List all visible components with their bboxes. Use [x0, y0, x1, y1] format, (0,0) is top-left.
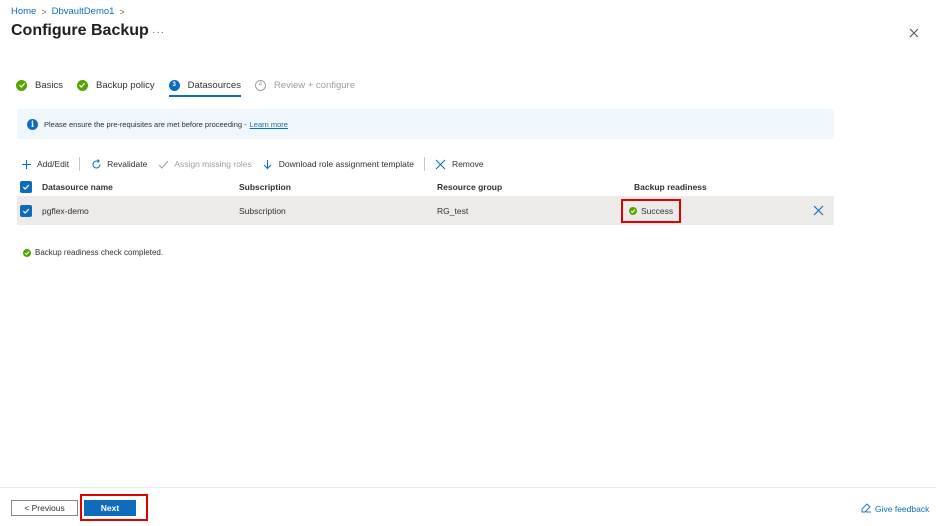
- tab-basics[interactable]: Basics: [16, 79, 63, 91]
- column-header: Resource group: [437, 182, 503, 192]
- backup-readiness-cell: Success: [621, 198, 804, 223]
- breadcrumb-vault[interactable]: DbvaultDemo1: [52, 6, 115, 17]
- column-header: Datasource name: [42, 182, 113, 192]
- info-banner: i Please ensure the pre-requisites are m…: [17, 109, 834, 139]
- toolbar-divider: [79, 157, 81, 171]
- tab-datasources[interactable]: 3 Datasources: [168, 79, 242, 97]
- download-template-label: Download role assignment template: [278, 159, 414, 169]
- status-badge: Success: [621, 198, 682, 223]
- checkmark-icon: [76, 79, 88, 91]
- chevron-right-icon: >: [41, 6, 47, 17]
- step-number: 3: [168, 79, 180, 91]
- success-icon: [629, 206, 637, 215]
- assign-roles-label: Assign missing roles: [174, 159, 252, 169]
- plus-icon: [20, 158, 32, 170]
- row-checkbox[interactable]: [20, 204, 32, 217]
- breadcrumb-home[interactable]: Home: [11, 6, 36, 17]
- tab-review-configure[interactable]: 4 Review + configure: [254, 79, 356, 91]
- footer-divider: [0, 487, 936, 488]
- revalidate-button[interactable]: Revalidate: [90, 158, 147, 170]
- toolbar: Add/Edit Revalidate Assign missing roles…: [20, 156, 494, 172]
- readiness-status: Backup readiness check completed.: [23, 248, 163, 257]
- checkmark-icon: [22, 184, 30, 190]
- step-label: Review + configure: [273, 79, 356, 91]
- checkmark-icon: [16, 79, 27, 91]
- learn-more-link[interactable]: Learn more: [250, 120, 288, 129]
- remove-button[interactable]: Remove: [435, 158, 484, 170]
- step-label: Datasources: [187, 79, 241, 91]
- tab-backup-policy[interactable]: Backup policy: [76, 79, 155, 91]
- table-row[interactable]: pgflex-demo Subscription RG_test Success: [17, 196, 834, 225]
- page-title: Configure Backup: [11, 22, 149, 39]
- feedback-label: Give feedback: [875, 503, 930, 514]
- select-all-checkbox[interactable]: [20, 181, 32, 193]
- revalidate-label: Revalidate: [107, 159, 148, 169]
- close-icon: [909, 28, 919, 38]
- download-template-button[interactable]: Download role assignment template: [262, 158, 414, 170]
- remove-label: Remove: [451, 159, 484, 169]
- refresh-icon: [90, 158, 102, 170]
- checkmark-icon: [22, 208, 30, 214]
- close-icon: [435, 158, 447, 170]
- chevron-right-icon: >: [119, 6, 125, 17]
- column-header: Backup readiness: [634, 182, 707, 192]
- assign-missing-roles-button[interactable]: Assign missing roles: [157, 158, 252, 170]
- step-label: Backup policy: [95, 79, 155, 91]
- add-edit-label: Add/Edit: [37, 159, 70, 169]
- datasource-table: Datasource name Subscription Resource gr…: [17, 178, 834, 225]
- success-icon: [23, 248, 31, 257]
- give-feedback-link[interactable]: Give feedback: [860, 503, 929, 514]
- datasource-name: pgflex-demo: [42, 205, 89, 216]
- add-edit-button[interactable]: Add/Edit: [20, 158, 69, 170]
- status-text: Success: [641, 205, 674, 216]
- info-icon: i: [27, 118, 38, 130]
- checkmark-icon: [157, 158, 169, 170]
- remove-row-button[interactable]: [804, 205, 832, 216]
- column-header: Subscription: [239, 182, 291, 192]
- previous-button[interactable]: < Previous: [11, 500, 78, 516]
- readiness-message: Backup readiness check completed.: [35, 248, 164, 257]
- close-button[interactable]: [907, 26, 921, 40]
- info-text: Please ensure the pre-requisites are met…: [44, 119, 247, 129]
- more-options-button[interactable]: ···: [152, 27, 165, 38]
- resource-group-cell: RG_test: [437, 205, 469, 216]
- download-icon: [262, 158, 274, 170]
- subscription-cell: Subscription: [239, 205, 286, 216]
- step-label: Basics: [35, 79, 63, 91]
- feedback-icon: [861, 503, 871, 513]
- toolbar-divider: [423, 157, 425, 171]
- next-button[interactable]: Next: [84, 500, 136, 516]
- breadcrumb: Home > DbvaultDemo1 >: [11, 6, 130, 17]
- step-number: 4: [254, 79, 266, 91]
- wizard-steps: Basics Backup policy 3 Datasources 4 Rev…: [16, 76, 369, 97]
- table-header: Datasource name Subscription Resource gr…: [17, 178, 834, 196]
- close-icon: [813, 205, 823, 216]
